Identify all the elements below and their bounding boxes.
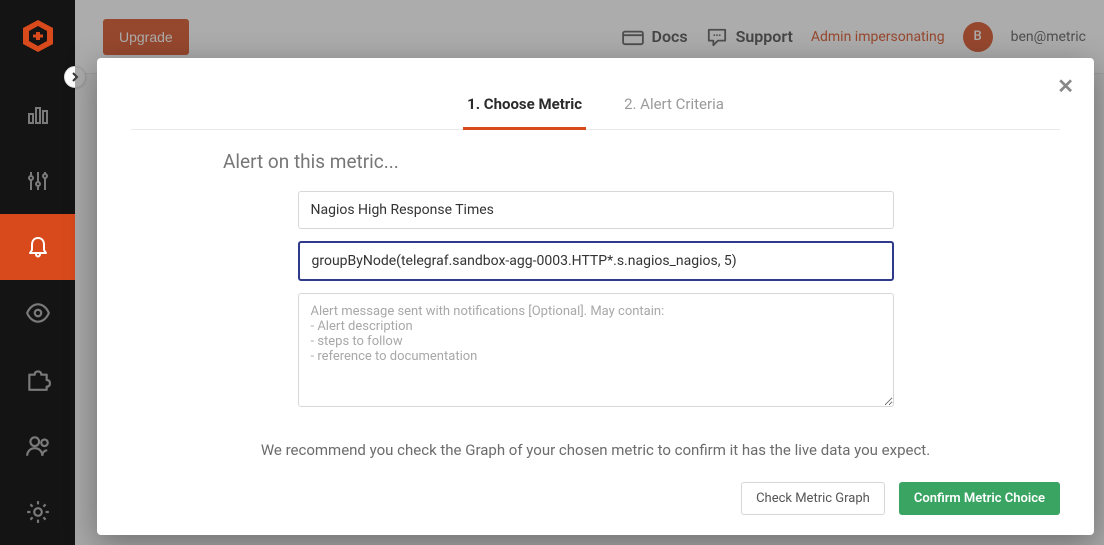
close-button[interactable]: ✕: [1057, 74, 1074, 98]
sidebar-item-settings[interactable]: [0, 479, 75, 545]
section-title: Alert on this metric...: [223, 150, 1060, 173]
sidebar-item-dashboards[interactable]: [0, 81, 75, 147]
gear-icon: [25, 499, 51, 525]
sliders-icon: [26, 169, 50, 193]
modal-tabs: 1. Choose Metric 2. Alert Criteria: [131, 80, 1060, 130]
puzzle-icon: [25, 366, 51, 392]
bell-icon: [26, 235, 50, 259]
alert-message-textarea[interactable]: [298, 293, 894, 407]
app-logo[interactable]: [20, 18, 56, 54]
tab-alert-criteria[interactable]: 2. Alert Criteria: [620, 81, 728, 130]
form-area: [298, 191, 894, 407]
metric-query-input[interactable]: [298, 241, 894, 281]
sidebar-item-integrations[interactable]: [0, 346, 75, 412]
sidebar: [0, 0, 75, 545]
confirm-metric-choice-button[interactable]: Confirm Metric Choice: [899, 482, 1060, 515]
create-alert-modal: ✕ 1. Choose Metric 2. Alert Criteria Ale…: [97, 58, 1094, 535]
eye-icon: [25, 300, 51, 326]
tab-choose-metric[interactable]: 1. Choose Metric: [463, 81, 586, 130]
sidebar-item-users[interactable]: [0, 413, 75, 479]
hexagon-logo-icon: [20, 18, 56, 54]
modal-footer: Check Metric Graph Confirm Metric Choice: [741, 482, 1060, 515]
users-icon: [25, 433, 51, 459]
sidebar-item-alerts[interactable]: [0, 214, 75, 280]
sidebar-item-watch[interactable]: [0, 280, 75, 346]
recommend-text: We recommend you check the Graph of your…: [131, 441, 1060, 459]
check-metric-graph-button[interactable]: Check Metric Graph: [741, 482, 885, 515]
bar-chart-icon: [26, 102, 50, 126]
sidebar-item-metrics[interactable]: [0, 148, 75, 214]
alert-name-input[interactable]: [298, 191, 894, 229]
